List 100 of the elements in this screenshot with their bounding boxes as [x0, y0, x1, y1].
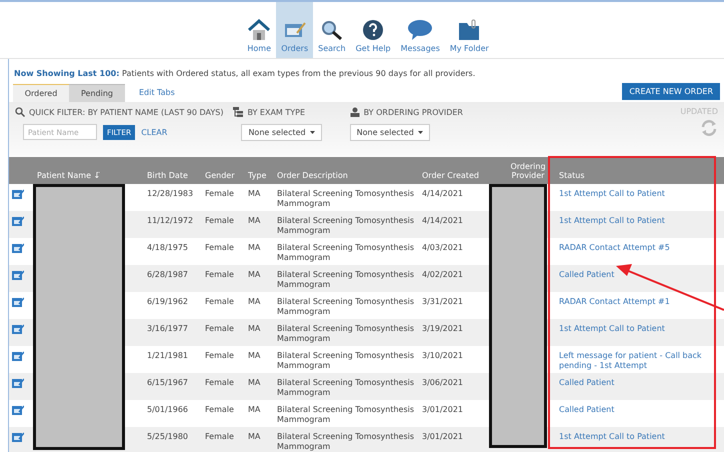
speech-bubble-icon: [407, 19, 434, 41]
table-cell-text: MA: [248, 405, 262, 415]
house-icon: [247, 19, 272, 41]
status-link[interactable]: RADAR Contact Attempt #1: [559, 297, 724, 307]
table-cell-text: 3/10/2021: [422, 351, 464, 361]
status-link[interactable]: Called Patient: [559, 270, 724, 280]
table-cell-text: 12/28/1983: [147, 189, 194, 199]
table-cell-text: Female: [205, 216, 235, 226]
column-header: Order Description: [277, 171, 349, 182]
hierarchy-icon: [233, 107, 244, 117]
table-cell-text: MA: [248, 297, 262, 307]
edit-form-icon[interactable]: [12, 297, 24, 308]
edit-tabs-link[interactable]: Edit Tabs: [139, 88, 175, 96]
table-cell-text: 3/31/2021: [422, 297, 464, 307]
table-cell-text: 3/16/1977: [147, 324, 190, 334]
edit-form-icon[interactable]: [12, 405, 24, 416]
nav-item[interactable]: Orders: [276, 2, 314, 58]
table-cell-text: 3/19/2021: [422, 324, 464, 334]
table-cell-text: Female: [205, 432, 235, 442]
help-icon: [361, 19, 386, 41]
status-link[interactable]: 1st Attempt Call to Patient: [559, 189, 724, 199]
filter-label: BY EXAM TYPE: [247, 108, 306, 116]
table-cell-text: 3/06/2021: [422, 378, 464, 388]
table-cell-text: 11/12/1972: [147, 216, 194, 226]
table-cell-text: MA: [248, 189, 262, 199]
table-cell-text: Female: [205, 324, 235, 334]
table-cell-text: Female: [205, 405, 235, 415]
column-header: Order Created: [422, 171, 480, 182]
nav-item[interactable]: Home: [242, 2, 276, 58]
column-header: Ordering Provider: [509, 162, 547, 182]
table-cell-text: Bilateral Screening Tomosynthesis Mammogram: [277, 378, 416, 398]
table-cell-text: 4/14/2021: [422, 189, 464, 199]
clear-link[interactable]: CLEAR: [141, 128, 168, 136]
column-header: Gender: [205, 171, 236, 182]
table-cell-text: 1/21/1981: [147, 351, 190, 361]
table-cell-text: Bilateral Screening Tomosynthesis Mammogram: [277, 189, 416, 208]
table-cell-text: MA: [248, 216, 262, 226]
column-header: Birth Date: [147, 171, 189, 182]
table-cell-text: Bilateral Screening Tomosynthesis Mammogram: [277, 297, 416, 316]
table-cell-text: 5/25/1980: [147, 432, 190, 442]
table-cell-text: 6/28/1987: [147, 270, 190, 280]
table-cell-text: 4/18/1975: [147, 243, 190, 253]
edit-form-icon[interactable]: [12, 270, 24, 281]
table-cell-text: Bilateral Screening Tomosynthesis Mammogram: [277, 243, 416, 262]
edit-form-icon[interactable]: [12, 378, 24, 389]
status-link[interactable]: 1st Attempt Call to Patient: [559, 216, 724, 226]
status-link[interactable]: Left message for patient - Call back pending - 1st Attempt: [559, 351, 724, 370]
folder-icon: [457, 19, 482, 41]
edit-form-icon[interactable]: [12, 351, 24, 362]
status-link[interactable]: RADAR Contact Attempt #5: [559, 243, 724, 253]
tab[interactable]: Ordered: [13, 84, 69, 102]
table-cell-text: Female: [205, 189, 235, 199]
status-link[interactable]: 1st Attempt Call to Patient: [559, 432, 724, 442]
column-header: Type: [248, 171, 268, 182]
caret-icon: [418, 131, 423, 134]
person-icon: [350, 107, 360, 117]
status-link[interactable]: Called Patient: [559, 378, 724, 388]
table-cell-text: 4/03/2021: [422, 243, 464, 253]
nav-item[interactable]: My Folder: [444, 2, 494, 58]
table-cell-text: Female: [205, 270, 235, 280]
edit-form-icon[interactable]: [12, 216, 24, 227]
table-cell-text: 6/19/1962: [147, 297, 190, 307]
table-cell-text: 6/15/1967: [147, 378, 190, 388]
table-cell-text: 3/01/2021: [422, 405, 464, 415]
search-icon: [320, 19, 344, 41]
tab[interactable]: Pending: [69, 84, 125, 102]
table-cell-text: MA: [248, 378, 262, 388]
table-cell-text: Bilateral Screening Tomosynthesis Mammogram: [277, 405, 416, 424]
filter-label: QUICK FILTER: BY PATIENT NAME (LAST 90 DAYS): [29, 108, 224, 116]
table-cell-text: Female: [205, 378, 235, 388]
nav-item[interactable]: Get Help: [350, 2, 396, 58]
edit-form-icon[interactable]: [12, 243, 24, 254]
nav-item[interactable]: Search: [313, 2, 351, 58]
status-link[interactable]: 1st Attempt Call to Patient: [559, 324, 724, 334]
table-cell-text: MA: [248, 270, 262, 280]
table-cell-text: MA: [248, 432, 262, 442]
table-cell-text: MA: [248, 243, 262, 253]
table-cell-text: Female: [205, 243, 235, 253]
edit-form-icon[interactable]: [12, 189, 24, 200]
column-header: Status: [559, 171, 586, 182]
table-cell-text: Female: [205, 297, 235, 307]
table-cell-text: Bilateral Screening Tomosynthesis Mammogram: [277, 351, 416, 370]
table-cell-text: MA: [248, 324, 262, 334]
table-cell-text: 5/01/1966: [147, 405, 190, 415]
table-cell-text: 4/02/2021: [422, 270, 464, 280]
nav-item[interactable]: Messages: [396, 2, 445, 58]
exam-type-dropdown[interactable]: None selected: [241, 124, 322, 141]
column-header[interactable]: Patient Name ↓̈: [37, 171, 147, 184]
edit-form-icon[interactable]: [12, 324, 24, 335]
provider-dropdown[interactable]: None selected: [350, 124, 430, 141]
search-icon: [15, 107, 25, 117]
caret-icon: [310, 131, 315, 134]
filter-label: BY ORDERING PROVIDER: [364, 108, 463, 116]
create-order-button[interactable]: CREATE NEW ORDER: [622, 83, 720, 100]
summary-text: Now Showing Last 100: Patients with Ordered status, all exam types from the previous 90 days for all providers.: [13, 68, 476, 80]
table-cell-text: Bilateral Screening Tomosynthesis Mammogram: [277, 216, 416, 236]
edit-form-icon[interactable]: [12, 432, 24, 443]
table-cell-text: MA: [248, 351, 262, 361]
status-link[interactable]: Called Patient: [559, 405, 724, 415]
table-cell-text: 4/14/2021: [422, 216, 464, 226]
